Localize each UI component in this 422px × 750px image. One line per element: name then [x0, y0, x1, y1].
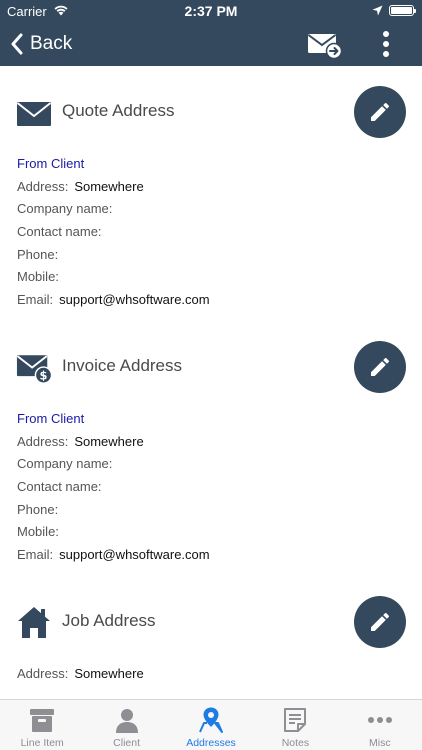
field-label: Contact name:: [17, 479, 102, 495]
tab-line-item[interactable]: Line Item: [0, 700, 84, 750]
section-header: $ Invoice Address: [0, 341, 422, 393]
edit-job-address-button[interactable]: [354, 596, 406, 648]
house-icon: [18, 607, 50, 638]
field-label: Address:: [17, 433, 69, 449]
source-label[interactable]: From Client: [17, 153, 417, 176]
back-label: Back: [30, 33, 73, 54]
location-arrow-icon: [372, 5, 383, 16]
contact-row: Contact name:: [17, 221, 417, 244]
navigation-bar: Back: [0, 22, 422, 66]
field-label: Phone:: [17, 501, 59, 517]
address-details: Address: Somewhere: [17, 663, 417, 686]
tab-label: Client: [113, 737, 141, 749]
top-bar: Carrier 2:37 PM Back: [0, 0, 422, 66]
address-row: Address: Somewhere: [17, 176, 417, 199]
company-row: Company name:: [17, 198, 417, 221]
tab-label: Addresses: [186, 737, 236, 749]
tab-label: Line Item: [20, 737, 64, 749]
mobile-row: Mobile:: [17, 266, 417, 289]
field-value: Somewhere: [74, 433, 144, 449]
address-row: Address: Somewhere: [17, 431, 417, 454]
field-label: Email:: [17, 292, 54, 308]
field-label: Company name:: [17, 201, 113, 217]
tab-bar: Line Item Client Addresses Notes Misc: [0, 699, 422, 750]
section-header: Quote Address: [0, 86, 422, 138]
map-pin-icon: [199, 707, 224, 733]
tab-addresses[interactable]: Addresses: [169, 700, 253, 750]
addresses-content[interactable]: Quote Address From Client Address: Somewh…: [0, 66, 422, 699]
field-label: Address:: [17, 178, 69, 194]
field-label: Email:: [17, 547, 54, 563]
pencil-icon: [371, 103, 389, 121]
svg-text:$: $: [40, 368, 48, 382]
field-label: Mobile:: [17, 524, 59, 540]
field-label: Company name:: [17, 456, 113, 472]
field-value: support@whsoftware.com: [59, 292, 210, 308]
phone-row: Phone:: [17, 244, 417, 267]
address-details: From Client Address: Somewhere Company na…: [17, 153, 417, 312]
field-label: Phone:: [17, 246, 59, 262]
phone-row: Phone:: [17, 499, 417, 522]
mobile-row: Mobile:: [17, 521, 417, 544]
pencil-icon: [371, 613, 389, 631]
archive-box-icon: [30, 709, 55, 732]
tab-label: Misc: [369, 737, 391, 749]
address-details: From Client Address: Somewhere Company na…: [17, 408, 417, 567]
notes-icon: [284, 708, 307, 732]
person-icon: [115, 709, 138, 733]
field-value: Somewhere: [74, 178, 144, 194]
tab-label: Notes: [281, 737, 310, 749]
section-title: Invoice Address: [62, 356, 183, 375]
more-vertical-icon[interactable]: [376, 29, 396, 59]
section-title: Quote Address: [62, 101, 175, 120]
tab-misc[interactable]: Misc: [338, 700, 422, 750]
back-button[interactable]: Back: [10, 30, 72, 58]
field-value: Somewhere: [74, 666, 144, 681]
edit-quote-address-button[interactable]: [354, 86, 406, 138]
section-title: Job Address: [62, 611, 156, 630]
chevron-left-icon: [11, 33, 23, 55]
clock: 2:37 PM: [184, 3, 238, 19]
status-bar: Carrier 2:37 PM: [0, 0, 422, 22]
tab-notes[interactable]: Notes: [253, 700, 337, 750]
section-header: Job Address: [0, 596, 422, 648]
tab-client[interactable]: Client: [84, 700, 168, 750]
more-horizontal-icon: [367, 717, 392, 723]
field-label: Mobile:: [17, 269, 59, 285]
field-label: Address:: [17, 666, 69, 681]
email-row: Email: support@whsoftware.com: [17, 289, 417, 312]
source-label[interactable]: From Client: [17, 408, 417, 431]
pencil-icon: [371, 358, 389, 376]
envelope-dollar-icon: $: [16, 355, 52, 384]
field-value: support@whsoftware.com: [59, 547, 210, 563]
battery-icon: [389, 5, 416, 16]
field-label: Contact name:: [17, 224, 102, 240]
edit-invoice-address-button[interactable]: [354, 341, 406, 393]
contact-row: Contact name:: [17, 476, 417, 499]
email-row: Email: support@whsoftware.com: [17, 544, 417, 567]
battery-fill: [391, 7, 412, 14]
mail-send-icon[interactable]: [307, 31, 343, 59]
address-row: Address: Somewhere: [17, 663, 417, 686]
company-row: Company name:: [17, 453, 417, 476]
envelope-icon: [16, 102, 52, 126]
